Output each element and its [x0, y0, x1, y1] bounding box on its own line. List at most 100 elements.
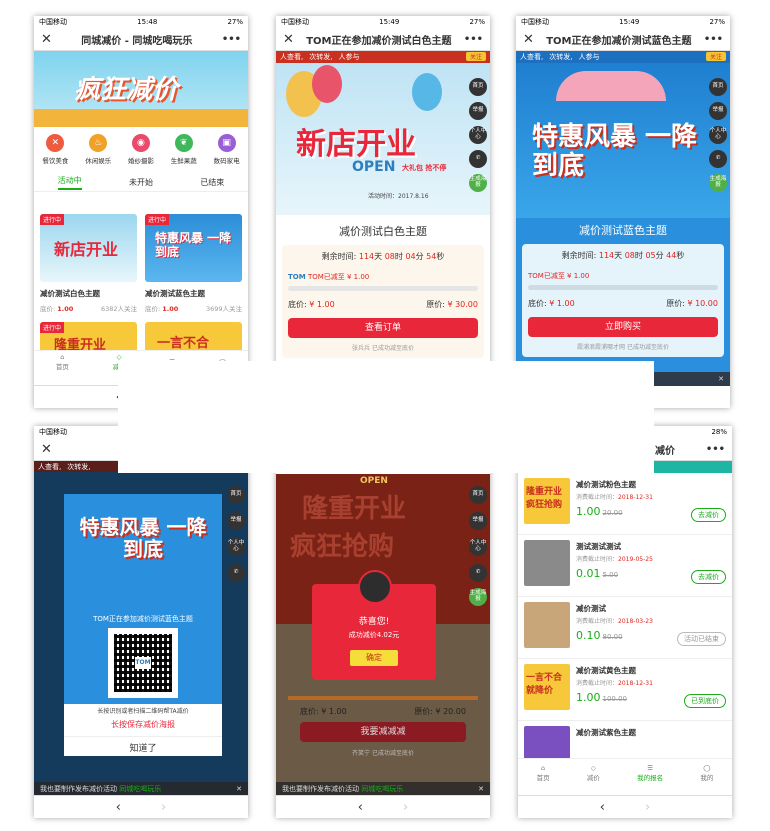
- report-side-button[interactable]: 举报: [709, 102, 727, 120]
- poster-side-button[interactable]: 生成海报: [469, 588, 487, 606]
- knife-icon: [358, 570, 392, 604]
- category-digital[interactable]: ▣ 数码家电: [214, 134, 240, 165]
- category-food[interactable]: ✕ 餐饮美食: [42, 134, 68, 165]
- save-poster-link[interactable]: 长按保存减价海报: [64, 719, 222, 730]
- orig-price: ¥ 30.00: [447, 300, 478, 309]
- orig-price: ¥ 10.00: [687, 299, 718, 308]
- category-fresh[interactable]: ❦ 生鲜果蔬: [171, 134, 197, 165]
- forward-icon[interactable]: ›: [161, 800, 166, 815]
- confirm-button[interactable]: 确定: [350, 650, 398, 666]
- phone-icon[interactable]: ✆: [227, 564, 245, 582]
- category-wedding[interactable]: ◉ 婚纱摄影: [128, 134, 154, 165]
- more-icon[interactable]: •••: [464, 34, 483, 45]
- close-icon[interactable]: ✕: [523, 32, 534, 47]
- home-side-button[interactable]: 首页: [709, 78, 727, 96]
- tab-active[interactable]: 活动中: [57, 175, 82, 190]
- close-icon[interactable]: ✕: [41, 442, 52, 457]
- list-icon: ☰: [647, 764, 654, 772]
- profile-side-button[interactable]: 个人中心: [709, 126, 727, 144]
- status-bar: 中国移动 15:49 27%: [276, 16, 490, 28]
- cd-unit: 分: [415, 252, 424, 261]
- item-price: 1.00 100.00: [576, 691, 627, 704]
- more-icon[interactable]: •••: [706, 444, 725, 455]
- item-price: 1.00 20.00: [576, 505, 623, 518]
- list-item[interactable]: 隆重开业 疯狂抢购 减价测试粉色主题 消费截止时间：2018-12-31 1.0…: [518, 472, 732, 535]
- date-value: 2018-12-31: [618, 494, 653, 501]
- tab-discount[interactable]: ◇ 减价: [587, 764, 600, 782]
- report-side-button[interactable]: 举报: [469, 102, 487, 120]
- more-icon[interactable]: •••: [222, 34, 241, 45]
- tab-mine[interactable]: ◯ 我的: [700, 764, 713, 782]
- tab-ended[interactable]: 已结束: [200, 177, 224, 188]
- phone-screen-white-theme: 中国移动 15:49 27% ✕ TOM正在参加减价测试白色主题 ••• 人查看, 次转发…: [276, 16, 490, 408]
- base-label: 底价:: [300, 707, 319, 716]
- report-side-button[interactable]: 举报: [469, 512, 487, 530]
- orig-price: 5.00: [602, 571, 619, 579]
- price-value: 0.01: [576, 567, 601, 580]
- phone-screen-success-modal: OPEN 隆重开业 疯狂抢购 首页 举报 个人中心 ✆ 生成海报 底价: ¥ 1…: [276, 426, 490, 818]
- activity-card[interactable]: 进行中 特惠风暴 一降到底 减价测试蓝色主题 底价: 1.00 3699人关注: [145, 214, 242, 313]
- price-label: 底价:: [145, 305, 161, 313]
- phone-icon[interactable]: ✆: [469, 564, 487, 582]
- close-icon[interactable]: ✕: [283, 32, 294, 47]
- back-icon[interactable]: ‹: [600, 800, 605, 815]
- profile-side-button[interactable]: 个人中心: [227, 538, 245, 556]
- tab-home[interactable]: ⌂ 首页: [537, 764, 550, 782]
- tab-my-signups[interactable]: ☰ 我的报名: [637, 764, 663, 782]
- item-name: 减价测试紫色主题: [576, 728, 636, 737]
- list-item[interactable]: 减价测试 消费截止时间：2018-03-23 0.10 80.00 活动已结束: [518, 596, 732, 659]
- browser-bar: ‹›: [34, 795, 248, 818]
- forward-icon[interactable]: ›: [645, 800, 650, 815]
- share-bar: 我也要制作发布减价活动 同城吃喝玩乐 ✕: [34, 782, 248, 796]
- poster-side-button[interactable]: 生成海报: [469, 174, 487, 192]
- cd-unit: 秒: [676, 251, 685, 260]
- ok-button[interactable]: 知道了: [64, 736, 222, 754]
- activity-card[interactable]: 进行中 新店开业 减价测试白色主题 底价: 1.00 6382人关注: [40, 214, 137, 313]
- qr-code: TOM: [108, 628, 178, 698]
- close-icon[interactable]: ✕: [41, 32, 52, 47]
- more-icon[interactable]: •••: [704, 34, 723, 45]
- profile-side-button[interactable]: 个人中心: [469, 538, 487, 556]
- go-discount-button[interactable]: 去减价: [691, 570, 726, 584]
- follow-button[interactable]: 关注: [705, 52, 726, 61]
- tab-label: 首页: [536, 774, 550, 782]
- banner-title: 特惠风暴 一降到底: [532, 122, 698, 181]
- hero-banner[interactable]: 疯狂减价: [34, 51, 248, 127]
- follow-button[interactable]: 关注: [465, 52, 486, 61]
- forward-icon[interactable]: ›: [403, 800, 408, 815]
- close-icon[interactable]: ✕: [478, 785, 484, 793]
- category-label: 餐饮美食: [42, 157, 69, 165]
- phone-icon[interactable]: ✆: [709, 150, 727, 168]
- back-icon[interactable]: ‹: [116, 800, 121, 815]
- participants-text: 人参与: [338, 53, 360, 61]
- go-discount-button[interactable]: 去减价: [691, 508, 726, 522]
- tab-upcoming[interactable]: 未开始: [129, 177, 153, 188]
- profile-side-button[interactable]: 个人中心: [469, 126, 487, 144]
- buy-now-button[interactable]: 立即购买: [528, 317, 718, 337]
- card-meta: 底价: 1.00 6382人关注: [40, 303, 137, 313]
- share-link[interactable]: 同城吃喝玩乐: [119, 785, 161, 793]
- home-side-button[interactable]: 首页: [469, 486, 487, 504]
- back-icon[interactable]: ‹: [358, 800, 363, 815]
- home-side-button[interactable]: 首页: [469, 78, 487, 96]
- card-title: 减价测试白色主题: [40, 289, 100, 298]
- poster-side-button[interactable]: 生成海报: [709, 174, 727, 192]
- report-side-button[interactable]: 举报: [227, 512, 245, 530]
- status-badge: 进行中: [145, 214, 170, 225]
- close-icon[interactable]: ✕: [718, 375, 724, 383]
- phone-icon[interactable]: ✆: [469, 150, 487, 168]
- countdown-label: 剩余时间:: [561, 251, 597, 260]
- category-leisure[interactable]: ♨ 休闲娱乐: [85, 134, 111, 165]
- ended-button[interactable]: 活动已结束: [677, 632, 726, 646]
- close-icon[interactable]: ✕: [236, 785, 242, 793]
- view-order-button[interactable]: 查看订单: [288, 318, 478, 338]
- cd-mins: 04: [405, 252, 416, 261]
- reached-base-button[interactable]: 已到底价: [684, 694, 726, 708]
- fork-icon: ✕: [46, 134, 65, 152]
- list-item[interactable]: 一言不合 就降价 减价测试黄色主题 消费截止时间：2018-12-31 1.00…: [518, 658, 732, 721]
- tab-home[interactable]: ⌂ 首页: [56, 353, 69, 371]
- home-side-button[interactable]: 首页: [227, 486, 245, 504]
- share-link[interactable]: 同城吃喝玩乐: [361, 785, 403, 793]
- cut-price-button[interactable]: 我要减减减: [300, 722, 466, 742]
- list-item[interactable]: 测试测试测试 消费截止时间：2019-05-25 0.01 5.00 去减价: [518, 534, 732, 597]
